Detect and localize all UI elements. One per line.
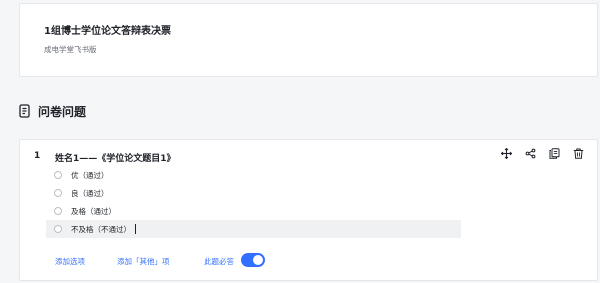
copy-icon[interactable]: [548, 147, 560, 159]
required-label: 此题必答: [204, 257, 234, 266]
move-icon[interactable]: [500, 147, 512, 159]
option-label[interactable]: 优（通过）: [71, 170, 109, 181]
radio-button[interactable]: [54, 225, 62, 233]
share-icon[interactable]: [524, 147, 536, 159]
form-header-card: [19, 3, 598, 77]
add-option-button[interactable]: 添加选项: [55, 256, 85, 267]
required-toggle[interactable]: [241, 253, 265, 267]
form-title[interactable]: 1组博士学位论文答辩表决票: [44, 22, 171, 37]
option-row[interactable]: 优（通过）: [46, 166, 461, 184]
question-title[interactable]: 姓名1——《学位论文题目1》: [55, 151, 176, 164]
add-other-option-button[interactable]: 添加「其他」项: [117, 256, 170, 267]
option-row[interactable]: 及格（通过）: [46, 202, 461, 220]
question-toolbar: [500, 147, 584, 159]
option-label[interactable]: 良（通过）: [71, 188, 109, 199]
radio-button[interactable]: [54, 189, 62, 197]
option-label[interactable]: 不及格（不通过）: [71, 224, 131, 235]
option-row[interactable]: 良（通过）: [46, 184, 461, 202]
delete-icon[interactable]: [572, 147, 584, 159]
text-caret: [135, 224, 136, 234]
radio-button[interactable]: [54, 171, 62, 179]
question-number: 1: [34, 151, 41, 161]
questionnaire-icon: [19, 104, 31, 118]
section-title: 问卷问题: [38, 104, 87, 119]
radio-button[interactable]: [54, 207, 62, 215]
form-subtitle[interactable]: 成电学堂飞书版: [44, 44, 97, 55]
section-header: 问卷问题: [19, 103, 86, 119]
option-label[interactable]: 及格（通过）: [71, 206, 116, 217]
option-row-active[interactable]: 不及格（不通过）: [46, 220, 461, 238]
